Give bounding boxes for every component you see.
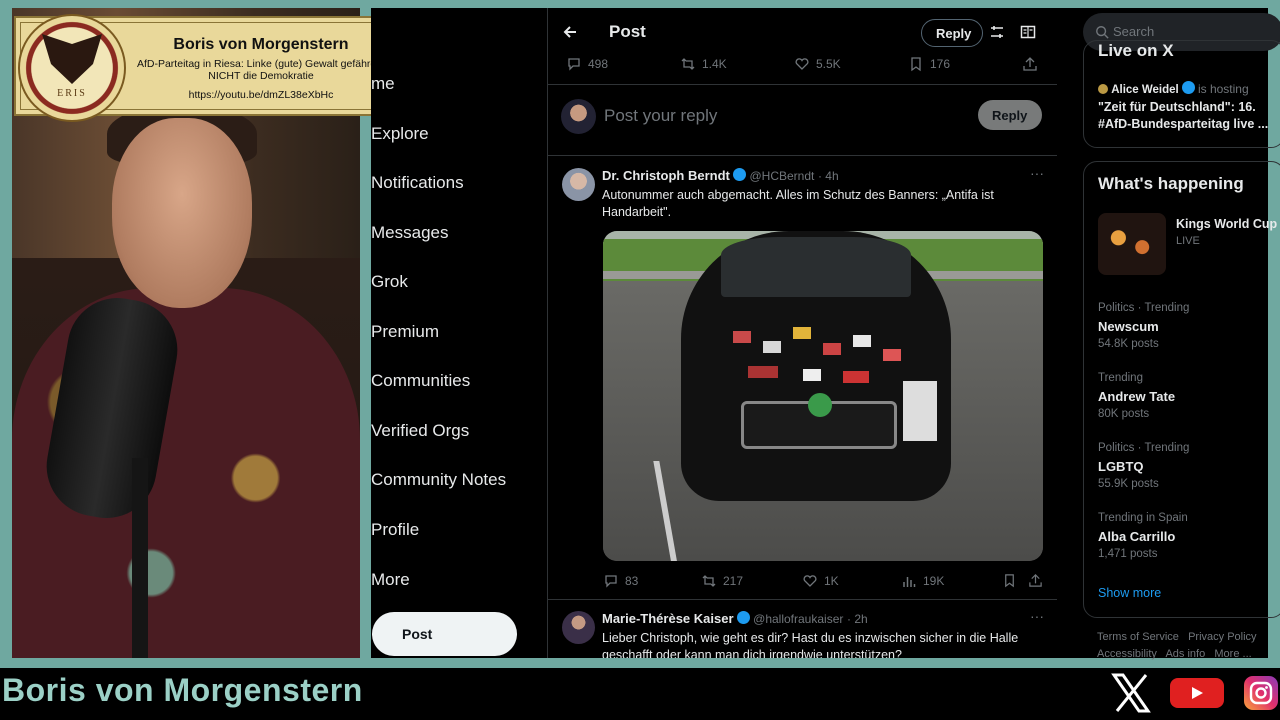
sidebar-nav: me Explore Notifications Messages Grok P…	[371, 8, 547, 658]
tweet-reposts[interactable]: 217	[701, 573, 743, 589]
stat-likes[interactable]: 5.5K	[794, 56, 841, 72]
settings-icon[interactable]	[989, 24, 1005, 40]
nav-item-home[interactable]: me	[371, 74, 395, 94]
live-title: "Zeit für Deutschland": 16. #AfD-Bundesp…	[1098, 100, 1269, 131]
author-name[interactable]: Marie-Thérèse Kaiser	[602, 611, 734, 626]
footer-links-2: Accessibility Ads info More ...	[1097, 648, 1252, 660]
card-channel-name: Boris von Morgenstern	[173, 36, 349, 53]
footer-more[interactable]: More ...	[1214, 648, 1251, 660]
eris-logo: ERIS	[18, 14, 126, 122]
whats-happening-card: What's happening Kings World Cup LIVE Po…	[1083, 161, 1280, 618]
tweet-avatar[interactable]	[562, 168, 595, 201]
more-icon[interactable]: ···	[1030, 608, 1044, 624]
tweet-time[interactable]: · 2h	[847, 612, 868, 626]
bookmark-icon[interactable]	[1002, 573, 1017, 588]
featured-name[interactable]: Kings World Cup	[1176, 217, 1277, 231]
user-avatar[interactable]	[561, 99, 596, 134]
tweet-image-car[interactable]	[603, 231, 1043, 561]
nav-item-community-notes[interactable]: Community Notes	[371, 470, 506, 490]
heart-icon	[803, 575, 817, 587]
nav-item-messages[interactable]: Messages	[371, 223, 448, 243]
nav-item-more[interactable]: More	[371, 570, 410, 590]
reply-icon	[568, 58, 580, 71]
post-button[interactable]: Post	[372, 612, 517, 656]
instagram-icon	[1244, 676, 1278, 710]
search-icon	[1096, 26, 1109, 39]
repost-icon	[681, 58, 695, 70]
host-avatar	[1098, 84, 1108, 94]
featured-image[interactable]	[1098, 213, 1166, 275]
youtube-icon	[1170, 678, 1224, 708]
channel-name: Boris von Morgenstern	[2, 672, 363, 708]
nav-item-verified-orgs[interactable]: Verified Orgs	[371, 421, 469, 441]
footer-accessibility[interactable]: Accessibility	[1097, 648, 1157, 660]
tweet-replies[interactable]: 83	[603, 573, 638, 589]
header-reply-button[interactable]: Reply	[921, 19, 983, 47]
back-arrow-icon[interactable]	[562, 24, 578, 40]
stat-replies[interactable]: 498	[566, 56, 608, 72]
featured-status: LIVE	[1176, 235, 1200, 247]
nav-item-communities[interactable]: Communities	[371, 371, 470, 391]
more-icon[interactable]: ···	[1030, 165, 1044, 181]
footer-tos[interactable]: Terms of Service	[1097, 631, 1179, 643]
verified-badge-icon	[1181, 81, 1195, 94]
tweet-likes[interactable]: 1K	[802, 573, 839, 589]
author-handle[interactable]: @hallofraukaiser	[753, 612, 843, 626]
author-handle[interactable]: @HCBerndt	[749, 169, 814, 183]
page-title: Post	[609, 22, 646, 41]
card-url: https://youtu.be/dmZL38eXbHc	[188, 89, 334, 101]
share-icon[interactable]	[1028, 573, 1043, 588]
views-icon	[903, 577, 916, 587]
compose-reply-button[interactable]: Reply	[978, 100, 1042, 130]
tweet-views[interactable]: 19K	[901, 573, 944, 589]
live-card-title: Live on X	[1098, 41, 1174, 60]
stat-bookmarks[interactable]: 176	[908, 56, 950, 72]
tweet-text: Autonummer auch abgemacht. Alles im Schu…	[602, 188, 994, 219]
nav-item-explore[interactable]: Explore	[371, 124, 429, 144]
nav-item-notifications[interactable]: Notifications	[371, 173, 464, 193]
card-subtitle: AfD-Parteitag in Riesa: Linke (gute) Gew…	[136, 58, 386, 82]
reader-icon[interactable]	[1020, 24, 1036, 40]
live-host-line: Alice Weidel is hosting	[1098, 81, 1249, 96]
show-more-link[interactable]: Show more	[1098, 586, 1161, 600]
footer-ads[interactable]: Ads info	[1165, 648, 1205, 660]
tweet-time[interactable]: · 4h	[818, 169, 839, 183]
reply-input[interactable]: Post your reply	[604, 106, 717, 126]
repost-icon	[702, 575, 716, 587]
footer-privacy[interactable]: Privacy Policy	[1188, 631, 1256, 643]
author-name[interactable]: Dr. Christoph Berndt	[602, 168, 730, 183]
footer-links: Terms of Service Privacy Policy	[1097, 631, 1257, 643]
x-logo-icon	[1111, 673, 1151, 713]
nav-item-premium[interactable]: Premium	[371, 322, 439, 342]
reply-icon	[605, 575, 617, 588]
heart-icon	[795, 58, 809, 70]
bookmark-icon	[911, 57, 921, 72]
verified-badge-icon	[736, 611, 750, 624]
verified-badge-icon	[732, 168, 746, 181]
video-title-card: ERIS Boris von Morgenstern AfD-Parteitag…	[14, 14, 403, 122]
nav-item-grok[interactable]: Grok	[371, 272, 408, 292]
stat-reposts[interactable]: 1.4K	[680, 56, 727, 72]
live-card[interactable]: Live on X Alice Weidel is hosting "Zeit …	[1083, 40, 1280, 148]
nav-item-profile[interactable]: Profile	[371, 520, 419, 540]
whats-happening-title: What's happening	[1098, 174, 1244, 193]
tweet-text: Lieber Christoph, wie geht es dir? Hast …	[602, 631, 1019, 658]
tweet-header: Dr. Christoph Berndt @HCBerndt · 4h	[602, 168, 839, 183]
main-column: Post Reply 498 1.4K 5.5K 176 Post your r…	[547, 8, 1059, 658]
tweet-avatar[interactable]	[562, 611, 595, 644]
share-icon[interactable]	[1022, 56, 1038, 72]
tweet-header: Marie-Thérèse Kaiser @hallofraukaiser · …	[602, 611, 868, 626]
